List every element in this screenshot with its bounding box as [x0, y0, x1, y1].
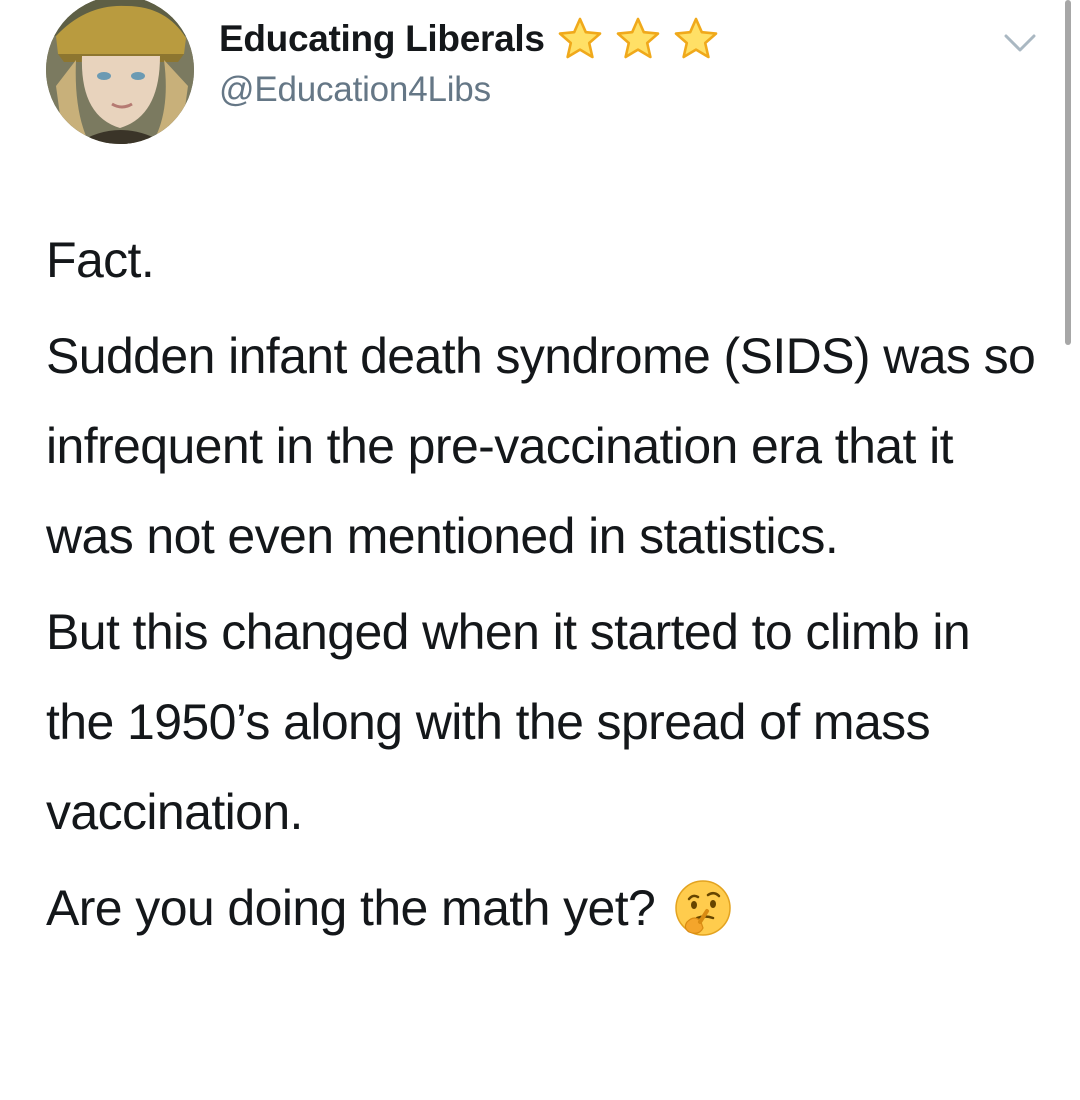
tweet: Educating Liberals @Education4Libs Fact.… [0, 0, 1080, 1100]
thinking-face-icon [673, 878, 733, 938]
star-icon [558, 17, 601, 59]
tweet-text: Fact. Sudden infant death syndrome (SIDS… [46, 215, 1046, 959]
name-badges [551, 15, 725, 63]
star-icon [616, 17, 659, 59]
avatar[interactable] [46, 0, 194, 144]
tweet-paragraph: Fact. [46, 232, 155, 288]
tweet-paragraph-last: Are you doing the math yet? [46, 863, 1046, 953]
tweet-paragraph: Sudden infant death syndrome (SIDS) was … [46, 328, 1036, 564]
tweet-paragraph: Are you doing the math yet? [46, 880, 656, 936]
star-icon [674, 17, 717, 59]
tweet-paragraph: But this changed when it started to clim… [46, 604, 971, 840]
author-handle[interactable]: @Education4Libs [219, 70, 491, 110]
scrollbar[interactable] [1065, 0, 1071, 345]
author-name[interactable]: Educating Liberals [219, 18, 545, 60]
chevron-down-icon[interactable] [1000, 28, 1040, 58]
author-name-row[interactable]: Educating Liberals [219, 14, 725, 64]
